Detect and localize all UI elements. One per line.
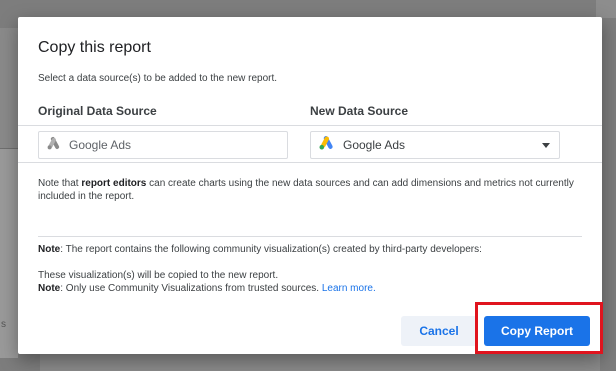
trusted-sources-note: These visualization(s) will be copied to… bbox=[38, 269, 376, 295]
background-glyph: s bbox=[1, 319, 6, 330]
divider bbox=[38, 236, 582, 237]
google-ads-icon bbox=[319, 135, 335, 155]
dialog-title: Copy this report bbox=[38, 39, 151, 56]
highlight-box bbox=[475, 302, 603, 354]
note3-line1: These visualization(s) will be copied to… bbox=[38, 270, 279, 281]
divider bbox=[18, 125, 602, 126]
dialog-subtitle: Select a data source(s) to be added to t… bbox=[38, 73, 278, 84]
new-source-dropdown[interactable]: Google Ads bbox=[310, 131, 560, 159]
learn-more-link[interactable]: Learn more. bbox=[322, 283, 376, 294]
note1-prefix: Note that bbox=[38, 178, 82, 189]
note2-bold: Note bbox=[38, 244, 61, 255]
cancel-button[interactable]: Cancel bbox=[401, 316, 477, 346]
note1-bold: report editors bbox=[81, 178, 147, 189]
original-source-label: Google Ads bbox=[69, 138, 132, 152]
note3-text: : Only use Community Visualizations from… bbox=[60, 283, 322, 294]
background-edge bbox=[596, 0, 616, 18]
community-viz-note: Note: The report contains the following … bbox=[38, 244, 482, 255]
chevron-down-icon[interactable] bbox=[542, 143, 550, 148]
new-source-label: Google Ads bbox=[343, 138, 406, 152]
note3-bold: Note bbox=[38, 283, 61, 294]
background-panel-bottom bbox=[40, 352, 600, 371]
note2-text: : The report contains the following comm… bbox=[60, 244, 482, 255]
new-source-header: New Data Source bbox=[310, 104, 409, 118]
original-source-header: Original Data Source bbox=[38, 104, 157, 118]
background-panel-lower: s bbox=[0, 148, 18, 358]
google-ads-grey-icon bbox=[47, 136, 61, 155]
original-source-field: Google Ads bbox=[38, 131, 288, 159]
report-editors-note: Note that report editors can create char… bbox=[38, 177, 586, 203]
divider bbox=[18, 162, 602, 163]
